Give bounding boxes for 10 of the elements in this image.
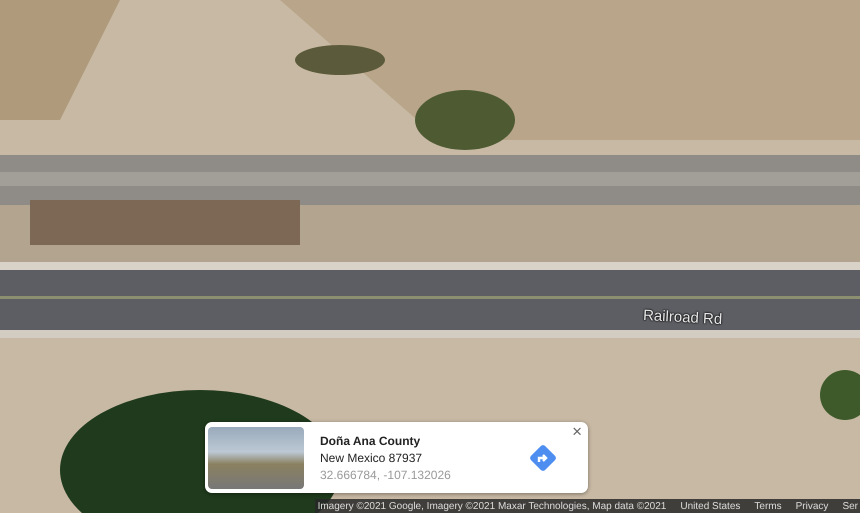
place-title: Doña Ana County: [320, 434, 422, 448]
place-coordinates: 32.666784, -107.132026: [320, 468, 452, 482]
footer-link[interactable]: Terms: [754, 500, 782, 512]
footer-link[interactable]: Ser: [842, 500, 860, 512]
attribution-text: Imagery ©2021 Google, Imagery ©2021 Maxar Technologies, Map data ©2021: [318, 500, 666, 512]
footer-link[interactable]: United States: [680, 500, 740, 512]
close-button[interactable]: ×: [570, 423, 584, 441]
footer-link[interactable]: Privacy: [796, 500, 828, 512]
place-address: New Mexico 87937: [320, 450, 424, 464]
road-label: Railroad Rd: [642, 306, 723, 328]
